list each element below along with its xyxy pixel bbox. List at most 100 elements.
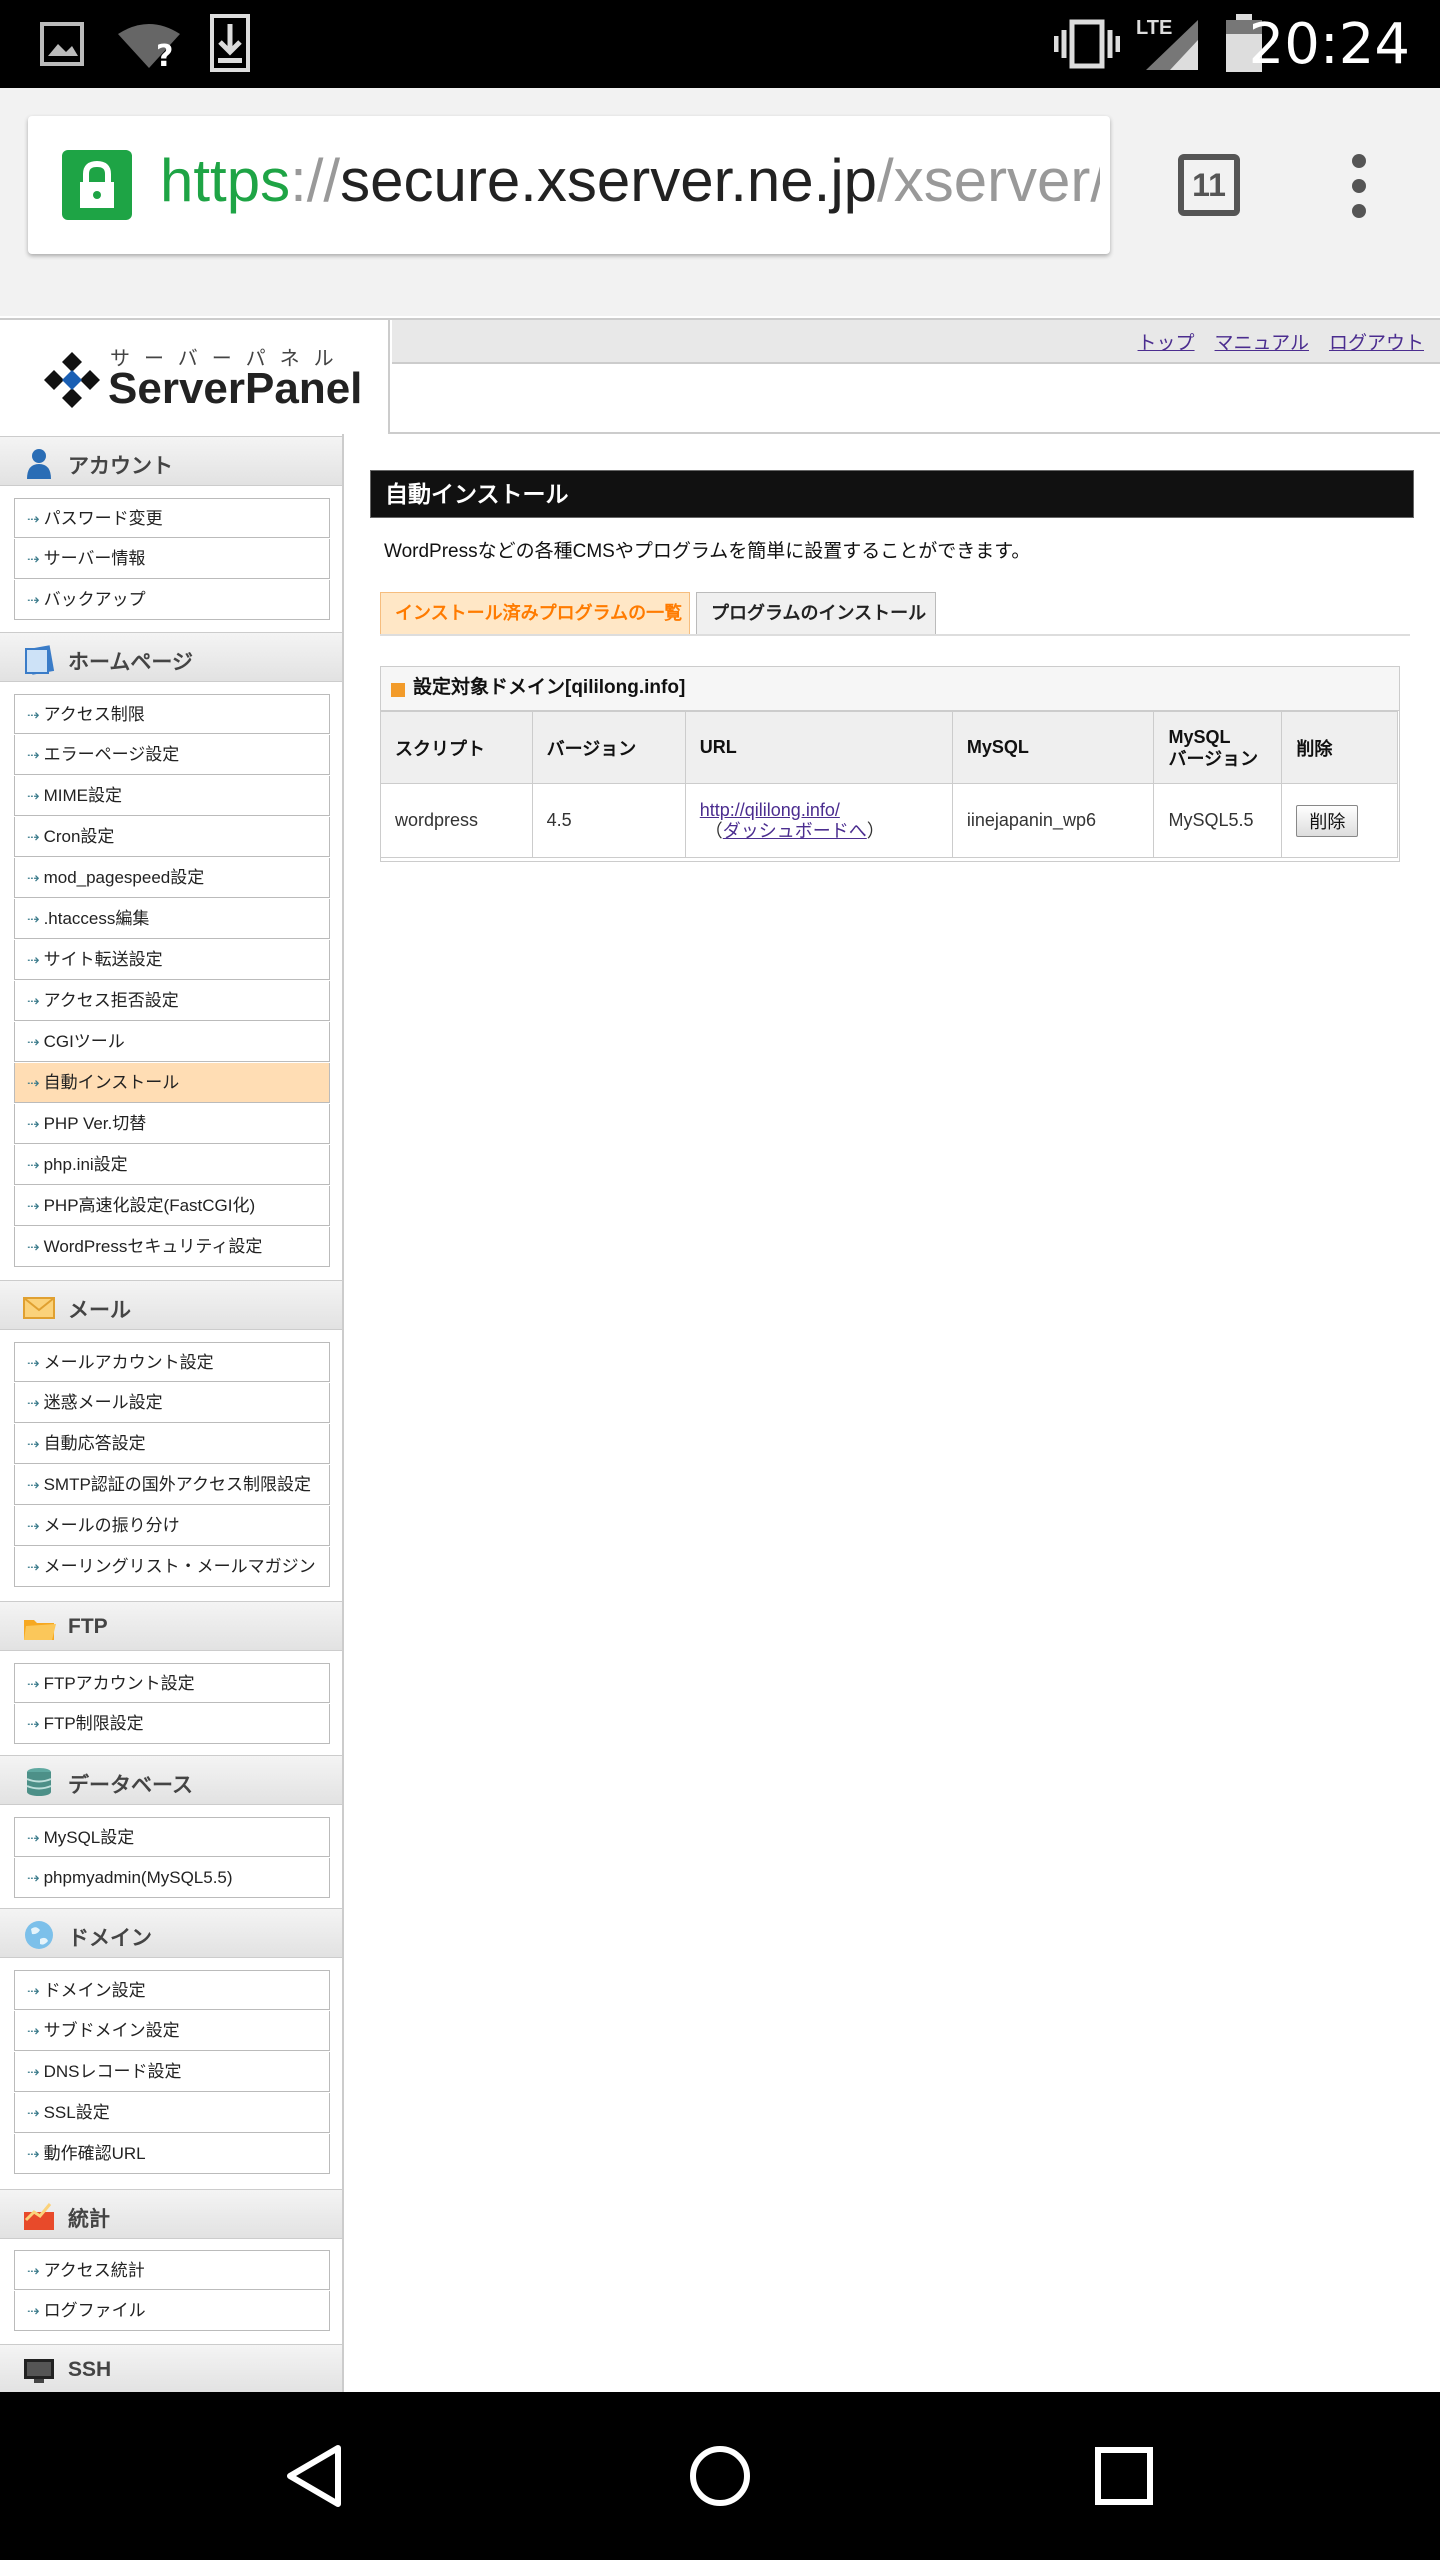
envelope-icon (23, 1297, 55, 1319)
logout-link[interactable]: ログアウト (1329, 333, 1424, 354)
sidebar-item-mailing-list[interactable]: ⇢ メーリングリスト・メールマガジン (14, 1547, 330, 1587)
sidebar-item-cron[interactable]: ⇢ Cron設定 (14, 817, 330, 857)
network-label: LTE (1136, 17, 1172, 39)
folder-icon (24, 1620, 56, 1640)
sidebar-item-mail-account[interactable]: ⇢ メールアカウント設定 (14, 1342, 330, 1382)
logo-diamonds-icon (44, 352, 100, 408)
wifi-question-icon: ? (118, 24, 180, 68)
sidebar-item-fastcgi[interactable]: ⇢ PHP高速化設定(FastCGI化) (14, 1186, 330, 1226)
logo[interactable]: サーバーパネル ServerPanel (0, 320, 390, 434)
cell-mysql-version: MySQL5.5 (1153, 783, 1283, 858)
col-script: スクリプト (380, 711, 533, 784)
sidebar-item-dns[interactable]: ⇢ DNSレコード設定 (14, 2052, 330, 2092)
sidebar-item-cgi-tools[interactable]: ⇢ CGIツール (14, 1022, 330, 1062)
cell-mysql: iinejapanin_wp6 (951, 783, 1155, 858)
col-mysql: MySQL (951, 711, 1155, 784)
domain-heading: 設定対象ドメイン[qililong.info] (381, 667, 1399, 711)
sidebar-item-site-redirect[interactable]: ⇢ サイト転送設定 (14, 940, 330, 980)
sidebar-item-ftp-limit[interactable]: ⇢ FTP制限設定 (14, 1704, 330, 1744)
sidebar-item-pagespeed[interactable]: ⇢ mod_pagespeed設定 (14, 858, 330, 898)
sidebar-item-server-info[interactable]: ⇢ サーバー情報 (14, 539, 330, 579)
sidebar-item-mime[interactable]: ⇢ MIME設定 (14, 776, 330, 816)
section-title: アカウント (68, 455, 173, 478)
sidebar-item-php-version[interactable]: ⇢ PHP Ver.切替 (14, 1104, 330, 1144)
lock-icon (62, 150, 132, 220)
section-title: メール (68, 1299, 131, 1322)
tab-installed-programs[interactable]: インストール済みプログラムの一覧 (380, 592, 690, 634)
sidebar-item-auto-reply[interactable]: ⇢ 自動応答設定 (14, 1424, 330, 1464)
dashboard-paren-close: ） (866, 820, 885, 841)
database-icon (26, 1768, 52, 1796)
page-icon (25, 645, 55, 675)
sidebar-item-access-stats[interactable]: ⇢ アクセス統計 (14, 2250, 330, 2290)
sidebar-item-domain[interactable]: ⇢ ドメイン設定 (14, 1970, 330, 2010)
page-title: 自動インストール (370, 470, 1414, 518)
section-domain: ドメイン (0, 1908, 342, 1958)
section-stats: 統計 (0, 2189, 342, 2239)
col-mysql-version: MySQL バージョン (1153, 711, 1283, 784)
page-description: WordPressなどの各種CMSやプログラムを簡単に設置することができます。 (384, 541, 1031, 562)
sidebar-item-access-deny[interactable]: ⇢ アクセス拒否設定 (14, 981, 330, 1021)
tab-install-program[interactable]: プログラムのインストール (696, 592, 936, 634)
status-bar: ? LTE 20:24 (0, 0, 1440, 88)
section-title: データベース (68, 1774, 193, 1797)
web-page: サーバーパネル ServerPanel トップ マニュアル ログアウト アカウント … (0, 318, 1440, 2392)
delete-button[interactable]: 削除 (1296, 804, 1359, 837)
sidebar-item-htaccess[interactable]: ⇢ .htaccess編集 (14, 899, 330, 939)
sidebar-item-subdomain[interactable]: ⇢ サブドメイン設定 (14, 2011, 330, 2051)
sidebar-item-password[interactable]: ⇢ パスワード変更 (14, 498, 330, 538)
section-title: SSH (68, 2358, 112, 2381)
col-delete: 削除 (1281, 711, 1398, 784)
sidebar-item-phpmyadmin[interactable]: ⇢ phpmyadmin(MySQL5.5) (14, 1858, 330, 1898)
cell-url: http://qililong.info/ （ダッシュボードへ） (684, 783, 953, 858)
sidebar-item-mysql[interactable]: ⇢ MySQL設定 (14, 1817, 330, 1857)
site-url-link[interactable]: http://qililong.info/ (700, 800, 840, 820)
tab-bar: インストール済みプログラムの一覧 プログラムのインストール (380, 592, 1410, 636)
user-icon (27, 449, 51, 479)
manual-link[interactable]: マニュアル (1215, 333, 1309, 354)
dashboard-link[interactable]: ダッシュボードへ (723, 821, 867, 841)
gallery-icon (40, 22, 84, 66)
sidebar-item-mail-filter[interactable]: ⇢ メールの振り分け (14, 1506, 330, 1546)
url-scheme: https (160, 147, 291, 214)
system-nav-bar (0, 2392, 1440, 2560)
sidebar-item-spam[interactable]: ⇢ 迷惑メール設定 (14, 1383, 330, 1423)
sidebar-item-auto-install[interactable]: ⇢ 自動インストール (14, 1063, 330, 1103)
svg-text:?: ? (156, 39, 173, 68)
home-icon[interactable] (688, 2444, 752, 2508)
url-host: secure.xserver.ne.jp (340, 147, 878, 214)
col-url: URL (684, 711, 953, 784)
overflow-menu-icon[interactable] (1352, 154, 1366, 218)
site-header: サーバーパネル ServerPanel トップ マニュアル ログアウト (0, 318, 1440, 434)
section-account: アカウント (0, 436, 342, 486)
sidebar-item-check-url[interactable]: ⇢ 動作確認URL (14, 2134, 330, 2174)
url-bar[interactable]: https://secure.xserver.ne.jp/xserver/ (28, 116, 1110, 254)
table-header-row: スクリプト バージョン URL MySQL MySQL バージョン 削除 (380, 711, 1398, 784)
sidebar-item-ssl[interactable]: ⇢ SSL設定 (14, 2093, 330, 2133)
col-version: バージョン (531, 711, 686, 784)
sidebar-item-php-ini[interactable]: ⇢ php.ini設定 (14, 1145, 330, 1185)
back-icon[interactable] (282, 2444, 346, 2508)
clock: 20:24 (1248, 12, 1410, 77)
installed-list-panel: 設定対象ドメイン[qililong.info] スクリプト バージョン URL … (380, 666, 1400, 862)
sidebar-item-error-page[interactable]: ⇢ エラーページ設定 (14, 735, 330, 775)
monitor-icon (24, 2359, 54, 2383)
section-title: ホームページ (68, 651, 193, 674)
vibrate-icon (1054, 19, 1120, 69)
top-links: トップ マニュアル ログアウト (1118, 328, 1424, 355)
url-text: https://secure.xserver.ne.jp/xserver/ (160, 146, 1100, 215)
tab-switcher-button[interactable]: 11 (1178, 154, 1240, 216)
sidebar-item-access-limit[interactable]: ⇢ アクセス制限 (14, 694, 330, 734)
sidebar-item-ftp-account[interactable]: ⇢ FTPアカウント設定 (14, 1663, 330, 1703)
sidebar-item-backup[interactable]: ⇢ バックアップ (14, 580, 330, 620)
sidebar-item-smtp-restrict[interactable]: ⇢ SMTP認証の国外アクセス制限設定 (14, 1465, 330, 1505)
sidebar-item-wp-security[interactable]: ⇢ WordPressセキュリティ設定 (14, 1227, 330, 1267)
sidebar-item-log-files[interactable]: ⇢ ログファイル (14, 2291, 330, 2331)
top-link[interactable]: トップ (1138, 333, 1195, 354)
section-homepage: ホームページ (0, 632, 342, 682)
cell-delete: 削除 (1281, 783, 1398, 858)
logo-name: ServerPanel (108, 364, 363, 413)
section-ssh: SSH (0, 2344, 342, 2392)
signal-lte-icon: LTE (1136, 17, 1198, 70)
recents-icon[interactable] (1094, 2446, 1154, 2506)
